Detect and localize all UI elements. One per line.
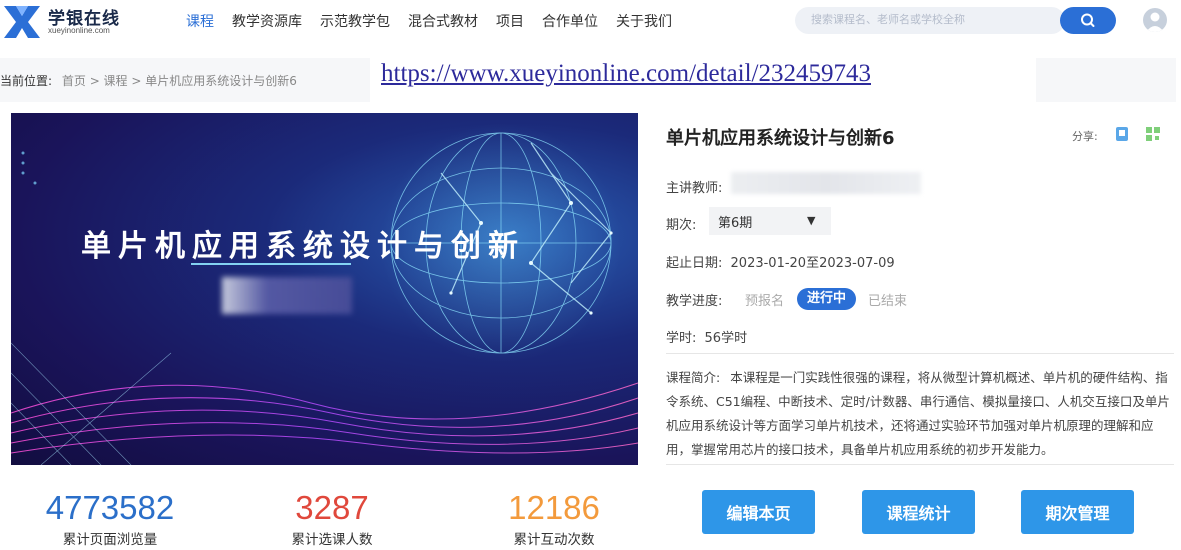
stat-label: 累计页面浏览量 [62,532,158,548]
nav-item-blended-textbooks[interactable]: 混合式教材 [408,11,478,31]
stat-enrollments: 3287 累计选课人数 [222,488,442,548]
breadcrumb: 当前位置: 首页 > 课程 > 单片机应用系统设计与创新6 [0,72,297,89]
share-weibo-icon[interactable] [1113,125,1131,143]
top-header: 学银在线 xueyinonline.com 课程 教学资源库 示范教学包 混合式… [0,0,1181,42]
teacher-label: 主讲教师: [666,181,723,196]
dates-value: 2023-01-20至2023-07-09 [730,256,895,271]
progress-row: 教学进度: [666,290,722,309]
divider [666,464,1174,465]
edit-page-button[interactable]: 编辑本页 [702,490,815,534]
nav-item-partners[interactable]: 合作单位 [542,11,598,31]
course-title: 单片机应用系统设计与创新6 [666,128,895,149]
status-ended: 已结束 [868,294,908,309]
search-input[interactable] [811,13,1051,26]
search-icon [1081,13,1095,27]
nav-item-projects[interactable]: 项目 [496,11,524,31]
hours-label: 学时: [666,331,697,346]
chevron-down-icon: ▼ [807,214,816,227]
stat-interactions: 12186 累计互动次数 [444,488,664,548]
hours-value: 56学时 [704,331,748,346]
nav-item-demo-packages[interactable]: 示范教学包 [320,11,390,31]
nav-item-courses[interactable]: 课程 [186,11,214,31]
period-management-button[interactable]: 期次管理 [1021,490,1134,534]
nav-item-resource-library[interactable]: 教学资源库 [232,11,302,31]
dates-row: 起止日期: 2023-01-20至2023-07-09 [666,252,895,271]
breadcrumb-label: 当前位置: [0,74,53,88]
user-avatar-icon[interactable] [1143,8,1167,32]
status-pre-registration: 预报名 [745,294,785,309]
main-nav: 课程 教学资源库 示范教学包 混合式教材 项目 合作单位 关于我们 [186,11,690,31]
nav-item-about[interactable]: 关于我们 [616,11,672,31]
period-label: 期次: [666,218,697,233]
page-url-link[interactable]: https://www.xueyinonline.com/detail/2324… [381,60,871,88]
search-box [795,7,1065,34]
course-intro: 课程简介: 本课程是一门实践性很强的课程，将从微型计算机概述、单片机的硬件结构、… [666,366,1171,462]
course-banner: 单片机应用系统设计与创新 [11,113,638,465]
stat-label: 累计选课人数 [291,532,373,548]
stat-value: 12186 [508,489,600,526]
hours-row: 学时: 56学时 [666,327,747,346]
share-label: 分享: [1072,130,1098,143]
period-value: 第6期 [718,215,753,231]
status-in-progress: 进行中 [797,288,856,310]
banner-title: 单片机应用系统设计与创新 [81,229,525,264]
period-select[interactable]: 第6期 ▼ [709,207,831,235]
logo-icon[interactable] [2,2,42,40]
progress-label: 教学进度: [666,294,723,309]
stat-page-views: 4773582 累计页面浏览量 [0,488,220,548]
teacher-redacted [731,172,921,194]
intro-text: 本课程是一门实践性很强的课程，将从微型计算机概述、单片机的硬件结构、指令系统、C… [666,370,1170,457]
banner-redacted-text [222,277,352,314]
stat-value: 3287 [295,489,369,526]
header-spacer [1036,58,1176,102]
course-stats-button[interactable]: 课程统计 [862,490,975,534]
brand-domain: xueyinonline.com [48,26,110,35]
search-button[interactable] [1060,7,1116,34]
breadcrumb-path[interactable]: 首页 > 课程 > 单片机应用系统设计与创新6 [62,74,297,88]
divider [666,353,1174,354]
dates-label: 起止日期: [666,256,723,271]
share-qrcode-icon[interactable] [1144,125,1162,143]
intro-label: 课程简介: [666,370,721,385]
stat-value: 4773582 [45,489,175,526]
teacher-row: 主讲教师: [666,177,722,196]
period-row: 期次: [666,214,696,233]
stat-label: 累计互动次数 [513,532,595,548]
